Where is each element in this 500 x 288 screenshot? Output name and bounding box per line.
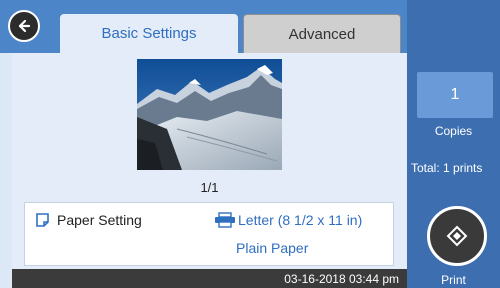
paper-setting-card[interactable]: Paper Setting Letter (8 1/2 x 11 in) Pla… <box>24 202 394 266</box>
print-preview-image[interactable] <box>137 59 282 170</box>
paper-setting-label: Paper Setting <box>57 212 142 228</box>
print-label: Print <box>441 273 466 287</box>
tab-basic-settings[interactable]: Basic Settings <box>60 14 238 53</box>
copies-input[interactable]: 1 <box>417 72 493 118</box>
datetime-display: 03-16-2018 03:44 pm <box>284 271 399 286</box>
paper-setting-icon <box>36 213 49 227</box>
back-arrow-icon <box>18 19 31 33</box>
page-counter: 1/1 <box>200 180 219 195</box>
basic-settings-panel: 1/1 Paper Setting Letter (8 1/2 x 11 in)… <box>12 53 407 269</box>
tab-advanced[interactable]: Advanced <box>243 14 401 53</box>
tab-label: Basic Settings <box>101 25 197 42</box>
header-bar: Basic Settings Advanced <box>0 0 407 53</box>
copies-value: 1 <box>450 86 460 103</box>
paper-size-value: Letter (8 1/2 x 11 in) <box>238 212 363 228</box>
paper-size-row[interactable]: Letter (8 1/2 x 11 in) <box>214 212 362 228</box>
copies-label: Copies <box>434 124 473 138</box>
paper-type-value[interactable]: Plain Paper <box>236 240 308 256</box>
printer-control-panel: Basic Settings Advanced 1/1 Paper Settin… <box>0 0 500 288</box>
status-bar: 03-16-2018 03:44 pm <box>12 269 407 288</box>
back-button[interactable] <box>8 10 40 42</box>
print-sidebar: 1 Copies Total: 1 prints Print <box>407 0 500 288</box>
print-button[interactable] <box>427 206 487 266</box>
paper-setting-row: Paper Setting <box>35 212 142 228</box>
start-diamond-icon <box>446 225 468 247</box>
total-prints-label: Total: 1 prints <box>411 161 483 175</box>
tab-label: Advanced <box>288 25 356 43</box>
mountain-landscape-image <box>137 59 282 170</box>
printer-icon <box>215 212 235 228</box>
